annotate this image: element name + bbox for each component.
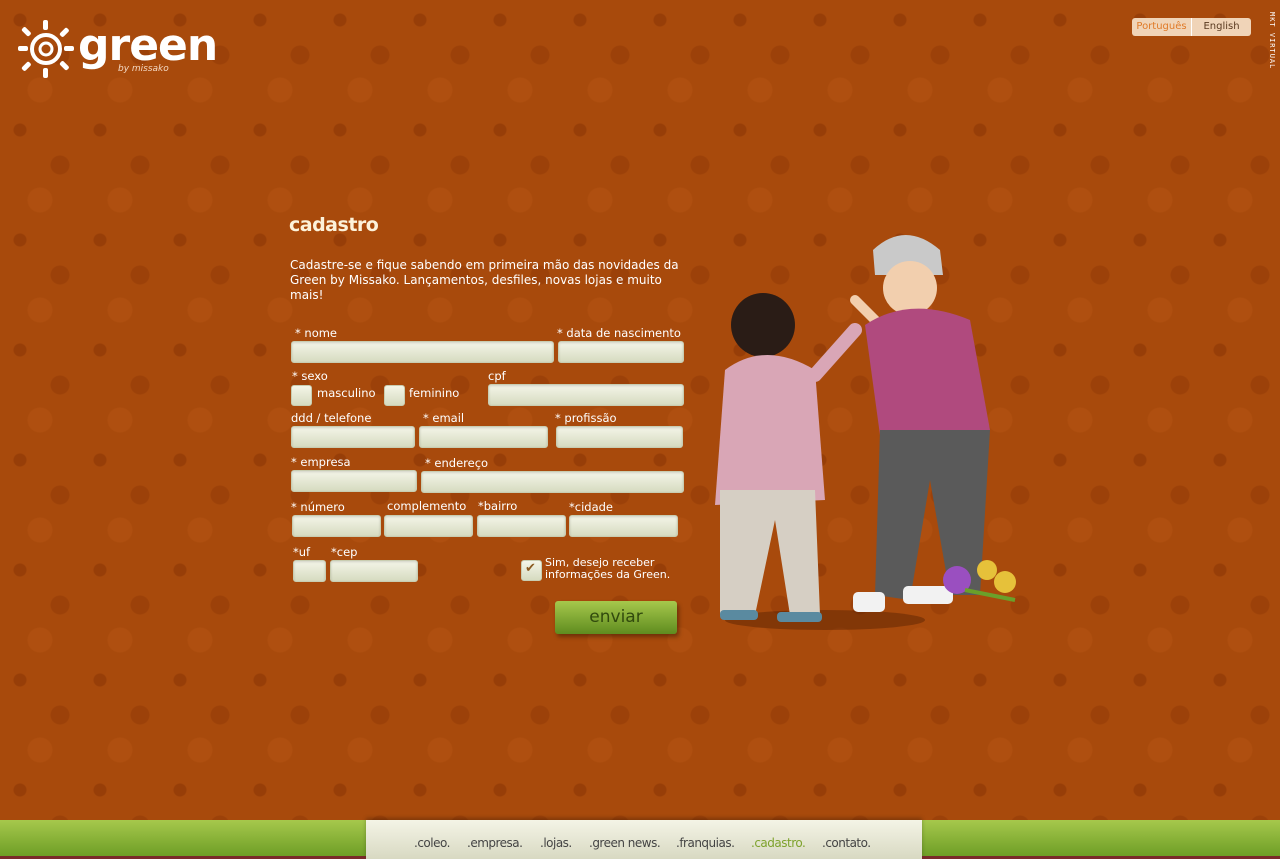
label-telefone: ddd / telefone (291, 411, 372, 425)
label-uf: *uf (293, 545, 311, 559)
label-cidade: *cidade (569, 500, 613, 514)
kids-photo (715, 235, 1016, 630)
logo-wordmark: green (78, 20, 218, 71)
intro-text: Cadastre-se e fique sabendo em primeira … (290, 258, 679, 302)
profissao-input[interactable] (556, 426, 683, 448)
label-numero: * número (291, 500, 345, 514)
lang-portugues[interactable]: Português (1132, 18, 1192, 36)
page-title: cadastro (289, 214, 379, 236)
empresa-input[interactable] (291, 470, 417, 492)
label-cep: *cep (331, 545, 358, 559)
sun-spiral-icon (18, 20, 74, 78)
nav-green-news[interactable]: .green news. (589, 836, 661, 850)
lang-english[interactable]: English (1192, 18, 1251, 36)
nav-cadastro[interactable]: .cadastro. (751, 836, 806, 850)
label-cpf: cpf (488, 369, 506, 383)
email-input[interactable] (419, 426, 548, 448)
telefone-input[interactable] (291, 426, 415, 448)
label-bairro: *bairro (478, 499, 518, 513)
masculino-checkbox[interactable] (291, 385, 312, 406)
nav-lojas[interactable]: .lojas. (540, 836, 572, 850)
label-nome: * nome (295, 326, 338, 340)
bairro-input[interactable] (477, 515, 566, 537)
vertical-credit[interactable]: MKT VIRTUAL (1268, 12, 1276, 69)
label-sexo: * sexo (292, 369, 328, 383)
label-endereco: * endereço (425, 456, 489, 470)
label-nascimento: * data de nascimento (557, 326, 681, 340)
label-profissao: * profissão (555, 411, 617, 425)
nascimento-input[interactable] (558, 341, 684, 363)
endereco-input[interactable] (421, 471, 684, 493)
label-complemento: complemento (387, 499, 467, 513)
logo-byline: by missako (118, 64, 169, 74)
newsletter-line2: informações da Green. (545, 568, 671, 581)
nav-franquias[interactable]: .franquias. (676, 836, 735, 850)
submit-button[interactable]: enviar (555, 601, 677, 634)
nav-empresa[interactable]: .empresa. (467, 836, 523, 850)
cep-input[interactable] (330, 560, 418, 582)
newsletter-label: Sim, desejo receber informações da Green… (545, 557, 670, 581)
nome-input[interactable] (291, 341, 554, 363)
nav-colecao[interactable]: .coleo. (414, 836, 450, 850)
numero-input[interactable] (292, 515, 381, 537)
feminino-checkbox[interactable] (384, 385, 405, 406)
complemento-input[interactable] (384, 515, 473, 537)
label-empresa: * empresa (291, 455, 351, 469)
cidade-input[interactable] (569, 515, 678, 537)
uf-input[interactable] (293, 560, 326, 582)
nav-contato[interactable]: .contato. (822, 836, 871, 850)
label-email: * email (423, 411, 465, 425)
label-masculino: masculino (317, 386, 376, 400)
language-switcher: Português English (1132, 18, 1251, 36)
label-feminino: feminino (409, 386, 460, 400)
cpf-input[interactable] (488, 384, 684, 406)
newsletter-checkbox[interactable] (521, 560, 542, 581)
green-logo[interactable]: green by missako (18, 20, 218, 80)
